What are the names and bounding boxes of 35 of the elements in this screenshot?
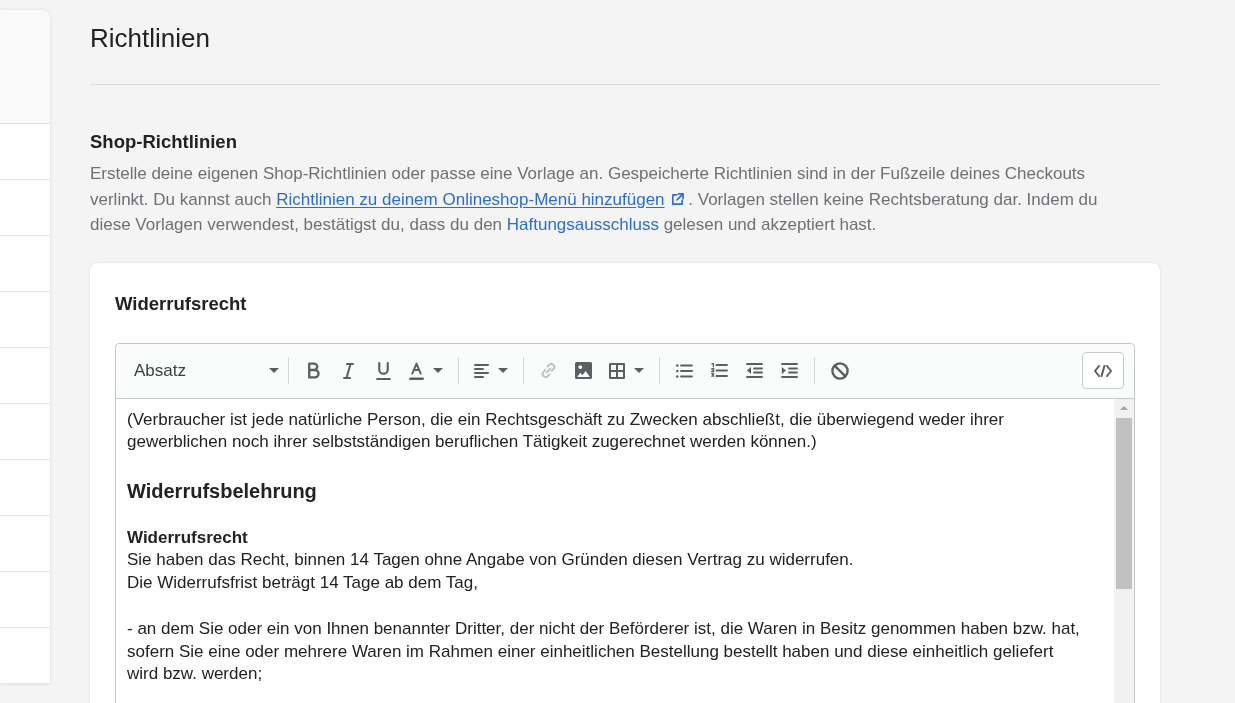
align-left-icon xyxy=(474,363,489,378)
text-color-icon xyxy=(409,361,424,380)
card-title: Widerrufsrecht xyxy=(115,291,247,316)
indent-icon xyxy=(781,363,798,378)
paragraph-text: (Verbraucher ist jede natürliche Person, die ein Rechtsgeschäft zu Zwecken abschließt, die überwiegend weder ihrer gewerblichen noch ihrer selbstständigen beruflichen Tätigkeit zugerechnet werden können.) xyxy=(127,408,1005,453)
section-title: Shop-Richtlinien xyxy=(90,130,237,154)
code-icon xyxy=(1094,364,1112,377)
paragraph-text: Die Widerrufsfrist beträgt 14 Tage ab dem Tag, xyxy=(127,571,478,594)
disclaimer-link[interactable]: Haftungsausschluss xyxy=(506,215,659,234)
content-heading: Widerrufsbelehrung xyxy=(127,478,317,504)
link-icon xyxy=(540,362,557,379)
paragraph-text: Sie haben das Recht, binnen 14 Tagen ohne Angabe von Gründen diesen Vertrag zu widerrufen. xyxy=(127,549,854,571)
page-title: Richtlinien xyxy=(90,22,210,54)
menu-link[interactable]: Richtlinien zu deinem Onlineshop-Menü hinzufügen xyxy=(276,189,684,209)
table-icon xyxy=(609,362,625,379)
bullet-list-icon xyxy=(676,363,693,378)
underline-icon xyxy=(376,361,391,380)
section-description: Erstelle deine eigenen Shop-Richtlinien oder passe eine Vorlage an. Gespeicherte Richtlinien sind in der Fußzeile deines Checkouts verlinkt. Du kannst auch Richtlinien zu deinem Onlineshop-Menü hinzufügen . Vorlagen stellen keine Rechtsberatung dar. Indem du diese Vorlagen verwendest, bestätigst du, dass du den Haftungsausschluss gelesen und akzeptiert hast. xyxy=(90,163,1099,236)
paragraph-text: - an dem Sie oder ein von Ihnen benannter Dritter, der nicht der Beförderer ist, die Waren in Besitz genommen haben bzw. hat, sofern Sie eine oder mehrere Waren im Rahmen einer einheitlichen Bestellung bestellt haben und diese einheitlich geliefert wird bzw. werden; xyxy=(127,618,1081,685)
italic-icon xyxy=(343,362,354,379)
numbered-list-icon xyxy=(711,363,728,378)
code-view-button[interactable] xyxy=(1082,352,1124,389)
format-dropdown[interactable]: Absatz xyxy=(125,355,281,386)
scrollbar-thumb[interactable] xyxy=(1116,417,1132,589)
scrollbar[interactable] xyxy=(1114,398,1134,703)
caret-icon xyxy=(634,368,644,373)
image-icon xyxy=(575,362,592,379)
clear-format-icon xyxy=(830,361,849,380)
caret-icon xyxy=(269,368,279,373)
caret-icon xyxy=(433,368,443,373)
content-subheading: Widerrufsrecht xyxy=(127,526,248,549)
bold-icon xyxy=(307,362,320,379)
external-link-icon xyxy=(670,192,684,206)
outdent-icon xyxy=(746,363,763,378)
caret-icon xyxy=(498,368,508,373)
